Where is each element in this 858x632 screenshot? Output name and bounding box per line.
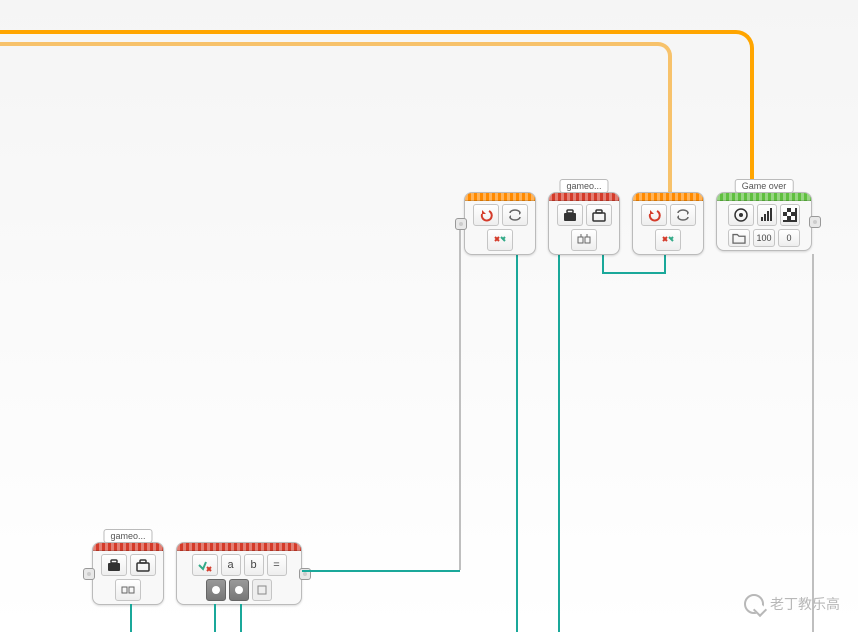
- speaker-icon: [733, 207, 749, 223]
- input-a-label: a: [221, 554, 241, 576]
- variable-write-block-1[interactable]: [464, 192, 536, 255]
- volume-icon-cell: [757, 204, 777, 226]
- data-wire-2: [558, 254, 560, 632]
- compare-logic-icon: [120, 582, 136, 598]
- type-select[interactable]: [670, 204, 696, 226]
- data-wire-1: [516, 254, 518, 632]
- play-type-value[interactable]: 0: [778, 229, 800, 247]
- variable-read-block-gameo[interactable]: gameo...: [548, 192, 620, 255]
- suitcase-solid-icon: [562, 207, 578, 223]
- block-title: gameo...: [103, 529, 152, 543]
- sound-block-gameover[interactable]: Game over 100 0: [716, 192, 812, 251]
- compare-block[interactable]: a b =: [176, 542, 302, 605]
- program-canvas[interactable]: gameo...: [0, 0, 858, 632]
- seq-in-socket[interactable]: [83, 568, 95, 580]
- data-wire-stub-1: [130, 604, 132, 632]
- compare-logic-icon: [576, 232, 592, 248]
- data-wire-out-v: [302, 570, 304, 572]
- watermark-text: 老丁教乐高: [770, 594, 840, 614]
- variable-read-block-gameo-2[interactable]: gameo...: [92, 542, 164, 605]
- output-port[interactable]: [115, 579, 141, 601]
- logic-toggle-icon: [660, 232, 676, 248]
- flag-icon: [782, 207, 798, 223]
- folder-icon: [732, 232, 746, 244]
- value-port[interactable]: [655, 229, 681, 251]
- plug-a-icon: [210, 584, 222, 596]
- logic-toggle-icon: [492, 232, 508, 248]
- plug-b-icon: [233, 584, 245, 596]
- volume-value[interactable]: 100: [753, 229, 775, 247]
- block-title: Game over: [735, 179, 794, 193]
- value-port[interactable]: [487, 229, 513, 251]
- suitcase-outline-icon: [135, 557, 151, 573]
- compare-mode[interactable]: [192, 554, 218, 576]
- undo-arrow-icon: [646, 207, 662, 223]
- loop-arrows-icon: [507, 207, 523, 223]
- watermark: 老丁教乐高: [744, 594, 840, 614]
- suitcase-outline-icon: [591, 207, 607, 223]
- output-port[interactable]: [252, 579, 272, 601]
- data-wire-stub-2: [214, 604, 216, 632]
- input-b-label: b: [244, 554, 264, 576]
- loop-arrows-icon: [675, 207, 691, 223]
- undo-arrow-icon: [478, 207, 494, 223]
- input-b-port[interactable]: [229, 579, 249, 601]
- play-type-icon-cell: [780, 204, 800, 226]
- block-header: [633, 193, 703, 201]
- block-header: [549, 193, 619, 201]
- var-name-select[interactable]: [586, 204, 612, 226]
- block-header: [177, 543, 301, 551]
- bars-icon: [759, 207, 775, 223]
- block-title: gameo...: [559, 179, 608, 193]
- output-port[interactable]: [571, 229, 597, 251]
- sequence-beam-right: [812, 254, 814, 632]
- plug-out-icon: [256, 584, 268, 596]
- data-wire-loop-right: [664, 254, 666, 272]
- data-wire-loop-left: [602, 254, 604, 272]
- block-header: [717, 193, 811, 201]
- suitcase-solid-icon: [106, 557, 122, 573]
- logic-check-icon: [197, 557, 213, 573]
- sequence-beam-grey: [459, 220, 461, 570]
- seq-out-socket[interactable]: [809, 216, 821, 228]
- file-select[interactable]: [728, 229, 750, 247]
- mode-write[interactable]: [473, 204, 499, 226]
- input-a-port[interactable]: [206, 579, 226, 601]
- sound-mode[interactable]: [728, 204, 754, 226]
- var-name-select[interactable]: [130, 554, 156, 576]
- data-wire-loop-bottom: [602, 272, 666, 274]
- wechat-icon: [744, 594, 764, 614]
- mode-read[interactable]: [101, 554, 127, 576]
- block-header: [93, 543, 163, 551]
- data-wire-stub-3: [240, 604, 242, 632]
- output-label: =: [267, 554, 287, 576]
- mode-read[interactable]: [557, 204, 583, 226]
- type-select[interactable]: [502, 204, 528, 226]
- variable-write-block-2[interactable]: [632, 192, 704, 255]
- block-header: [465, 193, 535, 201]
- data-wire-out-h: [302, 570, 460, 572]
- sequence-wire-inner: [0, 42, 672, 192]
- seq-in-socket[interactable]: [455, 218, 467, 230]
- mode-write[interactable]: [641, 204, 667, 226]
